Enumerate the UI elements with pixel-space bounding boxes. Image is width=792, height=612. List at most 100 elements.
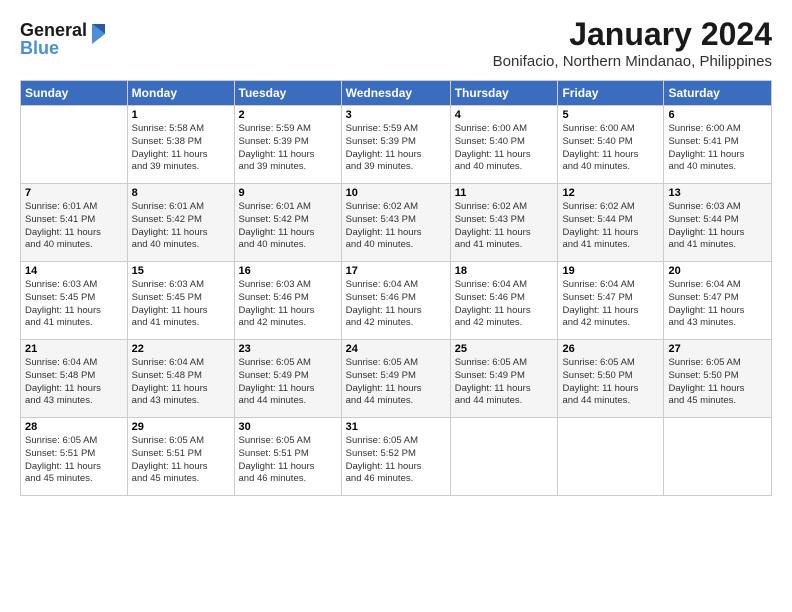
day-number: 14 [25,265,123,277]
week-row-1: 1 Sunrise: 5:58 AM Sunset: 5:38 PM Daylig… [21,106,772,184]
title-block: January 2024 Bonifacio, Northern Mindana… [493,16,772,70]
day-number: 23 [239,343,337,355]
day-number: 10 [346,187,446,199]
day-number: 16 [239,265,337,277]
logo-svg: General Blue [20,16,110,61]
day-info: Sunrise: 6:04 AM Sunset: 5:48 PM Dayligh… [25,357,123,408]
day-info: Sunrise: 6:05 AM Sunset: 5:51 PM Dayligh… [25,435,123,486]
day-number: 11 [455,187,554,199]
day-cell: 17Sunrise: 6:04 AM Sunset: 5:46 PM Dayli… [341,262,450,340]
day-number: 2 [239,109,337,121]
day-number: 18 [455,265,554,277]
day-cell: 19 Sunrise: 6:04 AM Sunset: 5:47 PM Dayli… [558,262,664,340]
calendar-table: SundayMondayTuesdayWednesdayThursdayFrid… [20,80,772,496]
day-number: 1 [132,109,230,121]
day-info: Sunrise: 6:04 AM Sunset: 5:48 PM Dayligh… [132,357,230,408]
day-number: 5 [562,109,659,121]
day-cell: 11 Sunrise: 6:02 AM Sunset: 5:43 PM Dayli… [450,184,558,262]
day-info: Sunrise: 6:01 AM Sunset: 5:42 PM Dayligh… [132,201,230,252]
week-row-3: 14 Sunrise: 6:03 AM Sunset: 5:45 PM Dayli… [21,262,772,340]
day-info: Sunrise: 6:02 AM Sunset: 5:43 PM Dayligh… [455,201,554,252]
day-number: 31 [346,421,446,433]
col-header-tuesday: Tuesday [234,81,341,106]
day-info: Sunrise: 6:04 AM Sunset: 5:46 PM Dayligh… [455,279,554,330]
day-cell: 8 Sunrise: 6:01 AM Sunset: 5:42 PM Daylig… [127,184,234,262]
day-cell: 29Sunrise: 6:05 AM Sunset: 5:51 PM Dayli… [127,418,234,496]
day-cell: 12Sunrise: 6:02 AM Sunset: 5:44 PM Dayli… [558,184,664,262]
day-number: 26 [562,343,659,355]
day-number: 9 [239,187,337,199]
day-number: 24 [346,343,446,355]
day-cell: 16 Sunrise: 6:03 AM Sunset: 5:46 PM Dayli… [234,262,341,340]
week-row-5: 28Sunrise: 6:05 AM Sunset: 5:51 PM Dayli… [21,418,772,496]
day-info: Sunrise: 6:02 AM Sunset: 5:43 PM Dayligh… [346,201,446,252]
day-info: Sunrise: 5:58 AM Sunset: 5:38 PM Dayligh… [132,123,230,174]
day-number: 15 [132,265,230,277]
day-info: Sunrise: 6:05 AM Sunset: 5:49 PM Dayligh… [455,357,554,408]
day-info: Sunrise: 6:01 AM Sunset: 5:41 PM Dayligh… [25,201,123,252]
location: Bonifacio, Northern Mindanao, Philippine… [493,53,772,70]
day-number: 27 [668,343,767,355]
day-info: Sunrise: 6:04 AM Sunset: 5:46 PM Dayligh… [346,279,446,330]
day-cell: 7 Sunrise: 6:01 AM Sunset: 5:41 PM Daylig… [21,184,128,262]
day-number: 8 [132,187,230,199]
logo-block: General Blue [20,16,110,66]
day-info: Sunrise: 6:05 AM Sunset: 5:50 PM Dayligh… [668,357,767,408]
day-number: 4 [455,109,554,121]
header-row: SundayMondayTuesdayWednesdayThursdayFrid… [21,81,772,106]
day-number: 22 [132,343,230,355]
day-cell: 20 Sunrise: 6:04 AM Sunset: 5:47 PM Dayli… [664,262,772,340]
day-number: 13 [668,187,767,199]
day-cell: 18 Sunrise: 6:04 AM Sunset: 5:46 PM Dayli… [450,262,558,340]
day-cell: 23Sunrise: 6:05 AM Sunset: 5:49 PM Dayli… [234,340,341,418]
day-number: 19 [562,265,659,277]
day-info: Sunrise: 6:03 AM Sunset: 5:45 PM Dayligh… [132,279,230,330]
day-cell: 10 Sunrise: 6:02 AM Sunset: 5:43 PM Dayli… [341,184,450,262]
day-info: Sunrise: 6:03 AM Sunset: 5:45 PM Dayligh… [25,279,123,330]
month-year: January 2024 [493,16,772,53]
col-header-monday: Monday [127,81,234,106]
day-info: Sunrise: 6:03 AM Sunset: 5:44 PM Dayligh… [668,201,767,252]
col-header-thursday: Thursday [450,81,558,106]
day-info: Sunrise: 6:00 AM Sunset: 5:40 PM Dayligh… [455,123,554,174]
day-cell: 21 Sunrise: 6:04 AM Sunset: 5:48 PM Dayli… [21,340,128,418]
day-cell: 1 Sunrise: 5:58 AM Sunset: 5:38 PM Daylig… [127,106,234,184]
day-cell: 30Sunrise: 6:05 AM Sunset: 5:51 PM Dayli… [234,418,341,496]
day-cell [664,418,772,496]
day-info: Sunrise: 6:05 AM Sunset: 5:50 PM Dayligh… [562,357,659,408]
col-header-friday: Friday [558,81,664,106]
day-number: 6 [668,109,767,121]
day-cell: 22 Sunrise: 6:04 AM Sunset: 5:48 PM Dayli… [127,340,234,418]
svg-text:General: General [20,20,87,40]
day-info: Sunrise: 6:00 AM Sunset: 5:41 PM Dayligh… [668,123,767,174]
day-number: 21 [25,343,123,355]
day-cell [450,418,558,496]
day-info: Sunrise: 5:59 AM Sunset: 5:39 PM Dayligh… [239,123,337,174]
week-row-4: 21 Sunrise: 6:04 AM Sunset: 5:48 PM Dayli… [21,340,772,418]
day-info: Sunrise: 6:03 AM Sunset: 5:46 PM Dayligh… [239,279,337,330]
day-number: 20 [668,265,767,277]
day-info: Sunrise: 6:04 AM Sunset: 5:47 PM Dayligh… [668,279,767,330]
day-info: Sunrise: 6:05 AM Sunset: 5:52 PM Dayligh… [346,435,446,486]
day-info: Sunrise: 6:04 AM Sunset: 5:47 PM Dayligh… [562,279,659,330]
day-cell: 25 Sunrise: 6:05 AM Sunset: 5:49 PM Dayli… [450,340,558,418]
page: General Blue January 2024 Bonifacio, Nor… [0,0,792,506]
day-number: 29 [132,421,230,433]
day-number: 3 [346,109,446,121]
day-info: Sunrise: 6:00 AM Sunset: 5:40 PM Dayligh… [562,123,659,174]
day-number: 25 [455,343,554,355]
day-cell: 6 Sunrise: 6:00 AM Sunset: 5:41 PM Daylig… [664,106,772,184]
day-info: Sunrise: 6:05 AM Sunset: 5:49 PM Dayligh… [346,357,446,408]
logo: General Blue [20,16,110,66]
day-cell: 28Sunrise: 6:05 AM Sunset: 5:51 PM Dayli… [21,418,128,496]
day-info: Sunrise: 5:59 AM Sunset: 5:39 PM Dayligh… [346,123,446,174]
day-cell: 13 Sunrise: 6:03 AM Sunset: 5:44 PM Dayli… [664,184,772,262]
day-cell: 14 Sunrise: 6:03 AM Sunset: 5:45 PM Dayli… [21,262,128,340]
week-row-2: 7 Sunrise: 6:01 AM Sunset: 5:41 PM Daylig… [21,184,772,262]
day-number: 7 [25,187,123,199]
day-cell: 15 Sunrise: 6:03 AM Sunset: 5:45 PM Dayli… [127,262,234,340]
day-info: Sunrise: 6:05 AM Sunset: 5:51 PM Dayligh… [239,435,337,486]
col-header-sunday: Sunday [21,81,128,106]
col-header-wednesday: Wednesday [341,81,450,106]
header: General Blue January 2024 Bonifacio, Nor… [20,16,772,70]
